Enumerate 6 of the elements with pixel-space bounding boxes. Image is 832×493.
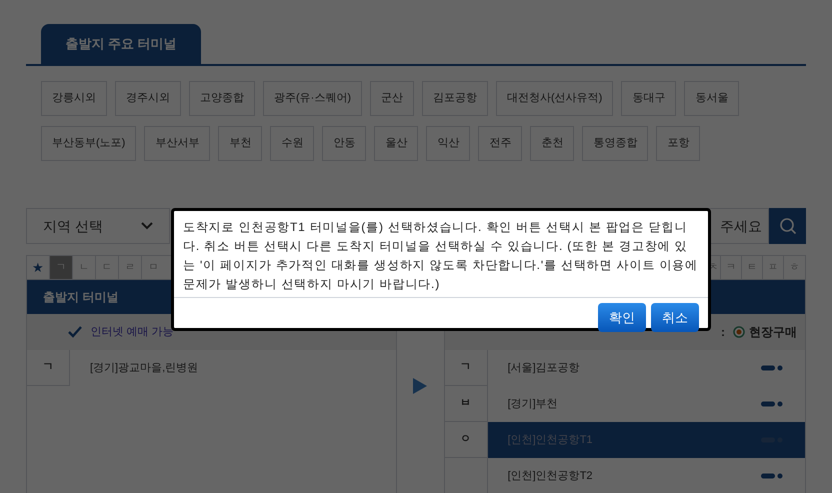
dialog-message: 도착지로 인천공항T1 터미널을(를) 선택하셨습니다. 확인 버튼 선택시 본 팝업은 닫힙니다. 취소 버튼 선택시 다른 도착지 터미널을 선택하실 수 있습니다. (또한 본 경고창에 있는 '이 페이지가 추가적인 대화를 생성하지 않도록 차단합니다.'를 선택하면 사이트 이용에 문제가 발생하니 선택하지 마시기 바랍니다.) xyxy=(183,219,699,293)
legend-label: : xyxy=(721,324,725,341)
legend-option: 현장구매 xyxy=(749,323,797,341)
index-letter: ㄱ xyxy=(27,350,70,386)
filter-label: 인터넷 예매 가능 xyxy=(90,324,174,340)
panel-title: 출발지 터미널 xyxy=(43,289,118,306)
